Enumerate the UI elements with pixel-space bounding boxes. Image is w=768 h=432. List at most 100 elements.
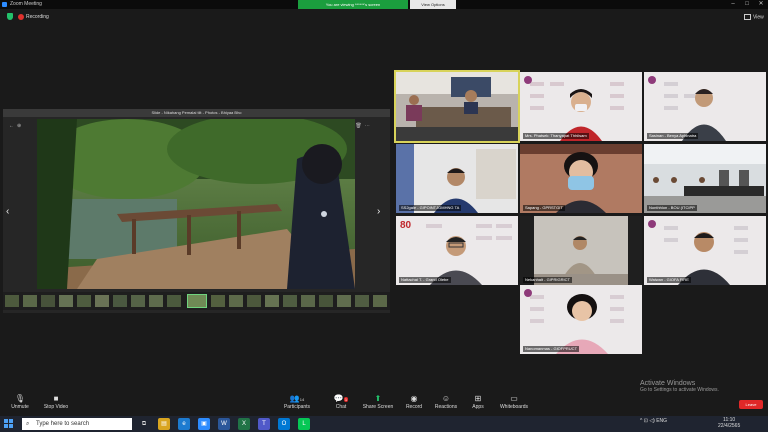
recording-label: Recording [26, 14, 49, 20]
zoom-app-icon [2, 2, 7, 7]
filmstrip-thumbnail[interactable] [337, 295, 351, 307]
filmstrip-thumbnail[interactable] [283, 295, 297, 307]
title-bar: Zoom Meeting You are viewing ******'s sc… [0, 0, 768, 9]
filmstrip-thumbnail[interactable] [23, 295, 37, 307]
photo-filmstrip [3, 292, 390, 310]
chat-label: Chat [335, 404, 347, 410]
taskbar-clock[interactable]: 11:10 22/4/2565 [718, 417, 740, 429]
participant-video-tile[interactable]: Nonthhlon - BOU (ITCIPP [644, 144, 766, 213]
filmstrip-thumbnail[interactable] [149, 295, 163, 307]
zoom-taskbar-icon[interactable]: ▣ [198, 418, 210, 430]
participants-label: Participants [283, 404, 311, 410]
apps-icon: ⊞ [474, 394, 482, 403]
leave-button[interactable]: Leave [739, 400, 763, 409]
system-tray[interactable]: ^ ⊡ ◁) ENG [640, 418, 667, 424]
taskbar-search-box[interactable]: ⌕ Type here to search [22, 418, 132, 430]
participant-video [520, 144, 642, 213]
zoom-icon[interactable]: ⊕ [17, 123, 24, 129]
participant-name: Mrs. Phatsek: Thanyapat Thhilsam [523, 133, 589, 139]
line-app-icon[interactable]: L [298, 418, 310, 430]
filmstrip-thumbnail[interactable] [131, 295, 145, 307]
more-icon[interactable]: ⋯ [365, 123, 373, 129]
whiteboards-button[interactable]: ▭ Whiteboards [494, 394, 534, 411]
participant-name: SS2gale - GIPOINTJGMHNG TA [399, 205, 462, 211]
close-button[interactable]: ✕ [754, 0, 768, 9]
delete-icon[interactable]: 🗑 [355, 123, 364, 129]
participants-button[interactable]: 👥14 Participants [277, 394, 317, 411]
share-screen-button[interactable]: ⬆ Share Screen [358, 394, 398, 411]
filmstrip-thumbnail[interactable] [59, 295, 73, 307]
participant-video-tile[interactable]: Waiwan - GIOFA FIRE [644, 216, 766, 285]
maximize-button[interactable]: □ [740, 0, 754, 9]
participant-video-tile[interactable]: Mrs. Phatsek: Thanyapat Thhilsam [520, 72, 642, 141]
shared-window-title: Slide - Nikahang Pemalai tilt - Photos -… [3, 109, 390, 117]
filmstrip-thumbnail[interactable] [373, 295, 387, 307]
previous-photo-arrow-icon[interactable]: ‹ [6, 206, 9, 217]
unmute-button[interactable]: 🎙 Unmute [0, 394, 40, 411]
clock-date: 22/4/2565 [718, 423, 741, 429]
participant-video-tile[interactable]: 80 Nattachai T. - Grand Olebe [396, 216, 518, 285]
minimize-button[interactable]: – [726, 0, 740, 9]
filmstrip-thumbnail[interactable] [247, 295, 261, 307]
participant-name: Sasinan - Benya Aphinatra [647, 133, 699, 139]
word-icon[interactable]: W [218, 418, 230, 430]
recording-icon [18, 14, 24, 20]
photo-illustration [37, 119, 355, 289]
view-button[interactable]: View [744, 14, 764, 20]
task-view-icon[interactable]: ⧉ [138, 418, 150, 430]
participant-video [520, 72, 642, 141]
view-options-button[interactable]: View Options [410, 0, 456, 9]
apps-button[interactable]: ⊞ Apps [458, 394, 498, 411]
participant-name: Sapang - GPRSTGIT [523, 205, 565, 211]
stop-video-label: Stop Video [43, 404, 69, 410]
filmstrip-thumbnail[interactable] [211, 295, 225, 307]
participant-video-tile[interactable]: Nekanhalt - GIPRIGRICT [520, 216, 642, 285]
participant-video-tile[interactable]: Sapang - GPRSTGIT [520, 144, 642, 213]
view-label: View [753, 14, 764, 21]
apps-label: Apps [472, 404, 484, 410]
excel-icon[interactable]: X [238, 418, 250, 430]
filmstrip-thumbnail[interactable] [319, 295, 333, 307]
chat-badge: 1 [343, 397, 349, 402]
participant-video-tile[interactable]: Sasinan - Benya Aphinatra [644, 72, 766, 141]
participant-video [644, 144, 766, 213]
participant-name: Waiwan - GIOFA FIRE [647, 277, 691, 283]
filmstrip-thumbnail[interactable] [95, 295, 109, 307]
filmstrip-thumbnail[interactable] [167, 295, 181, 307]
filmstrip-thumbnail[interactable] [5, 295, 19, 307]
participant-video-tile[interactable]: Nanomanmas - GIOFPRUCT [520, 285, 642, 354]
chat-button[interactable]: 💬1 Chat [321, 394, 361, 411]
unmute-label: Unmute [11, 404, 29, 410]
filmstrip-thumbnail-selected[interactable] [187, 294, 207, 308]
search-icon: ⌕ [26, 421, 30, 427]
filmstrip-thumbnail[interactable] [265, 295, 279, 307]
meeting-info-bar: Recording View [0, 12, 768, 22]
participant-video [644, 216, 766, 285]
meeting-controls-bar: 🎙 Unmute ■ Stop Video 👥14 Participants 💬… [0, 394, 768, 416]
participant-name: Nonthhlon - BOU (ITCIPP [647, 205, 697, 211]
file-explorer-icon[interactable]: ▤ [158, 418, 170, 430]
participant-video [520, 285, 642, 354]
edge-browser-icon[interactable]: e [178, 418, 190, 430]
share-screen-label: Share Screen [362, 404, 394, 410]
participants-icon: 👥14 [289, 394, 305, 403]
filmstrip-thumbnail[interactable] [77, 295, 91, 307]
activate-windows-subtitle: Go to Settings to activate Windows. [640, 387, 719, 393]
filmstrip-thumbnail[interactable] [113, 295, 127, 307]
participant-video [396, 72, 518, 141]
filmstrip-thumbnail[interactable] [229, 295, 243, 307]
filmstrip-thumbnail[interactable] [301, 295, 315, 307]
participant-video-tile[interactable]: SS2gale - GIPOINTJGMHNG TA [396, 144, 518, 213]
filmstrip-thumbnail[interactable] [355, 295, 369, 307]
stop-video-button[interactable]: ■ Stop Video [36, 394, 76, 411]
back-icon[interactable]: ← [9, 123, 17, 129]
activate-windows-watermark: Activate Windows Go to Settings to activ… [640, 380, 719, 393]
teams-icon[interactable]: T [258, 418, 270, 430]
filmstrip-thumbnail[interactable] [41, 295, 55, 307]
participant-video-tile[interactable] [394, 70, 520, 143]
windows-start-icon[interactable] [4, 419, 14, 429]
security-shield-icon[interactable] [7, 13, 13, 20]
next-photo-arrow-icon[interactable]: › [377, 206, 380, 217]
outlook-icon[interactable]: O [278, 418, 290, 430]
taskbar-search-placeholder: Type here to search [36, 421, 90, 427]
